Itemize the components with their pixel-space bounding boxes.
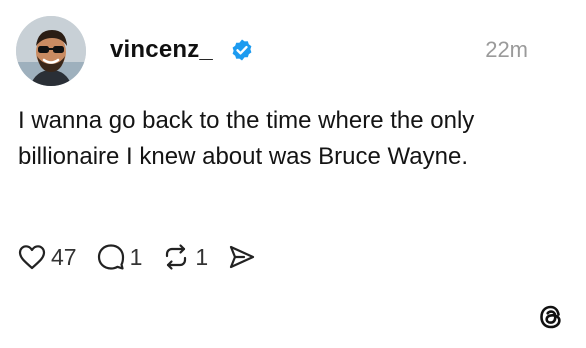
action-bar: 47 1 1 [18, 242, 276, 272]
speech-bubble-icon [97, 244, 124, 270]
reply-button[interactable]: 1 [97, 243, 143, 271]
share-button[interactable] [228, 244, 256, 270]
repost-count: 1 [195, 244, 209, 270]
like-count: 47 [51, 244, 77, 270]
username[interactable]: vincenz_ [110, 34, 213, 66]
heart-icon [18, 245, 46, 270]
like-button[interactable]: 47 [18, 243, 77, 271]
post-timestamp: 22m [485, 37, 528, 62]
repost-icon [166, 244, 187, 270]
reply-count: 1 [129, 244, 143, 270]
repost-button[interactable]: 1 [162, 243, 208, 271]
profile-photo [16, 16, 86, 86]
threads-logo [540, 305, 561, 329]
verified-badge-icon [232, 39, 252, 61]
avatar[interactable] [16, 16, 86, 86]
post-text: I wanna go back to the time where the on… [18, 107, 475, 170]
send-icon [230, 245, 255, 269]
